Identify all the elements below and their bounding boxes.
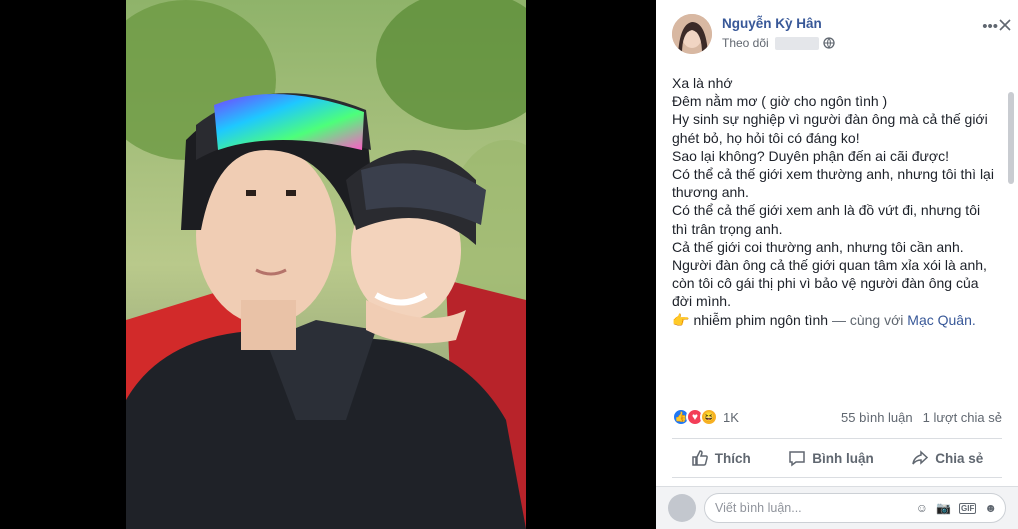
share-count[interactable]: 1 lượt chia sẻ: [923, 410, 1002, 425]
comment-label: Bình luận: [812, 450, 874, 466]
timestamp-blurred: [774, 36, 819, 50]
post-line: Sao lại không? Duyên phận đến ai cãi đượ…: [672, 147, 949, 164]
post-author: Nguyễn Kỳ Hân Theo dõi: [672, 14, 835, 54]
post-line: Cả thế giới coi thường anh, nhưng tôi cầ…: [672, 238, 964, 255]
haha-reaction-icon: 😆: [700, 408, 718, 426]
scroll-thumb[interactable]: [1008, 92, 1014, 184]
post-actions: Thích Bình luận Chia sẻ: [672, 438, 1002, 478]
more-icon[interactable]: •••: [982, 18, 998, 35]
like-icon: [691, 450, 708, 466]
avatar-image: [672, 14, 712, 54]
photo-viewer: Nguyễn Kỳ Hân Theo dõi ••• Xa là nhớ Đêm…: [0, 0, 1018, 529]
post-line: Người đàn ông cả thế giới quan tâm xỉa x…: [672, 257, 987, 310]
like-label: Thích: [714, 450, 751, 466]
reaction-summary: 👍 ♥ 😆 1K 55 bình luận 1 lượt chia sẻ: [672, 408, 1002, 426]
with-text: — cùng với: [831, 311, 904, 328]
close-icon[interactable]: [998, 18, 1012, 32]
pointing-hand-icon: 👉: [672, 311, 690, 328]
author-name[interactable]: Nguyễn Kỳ Hân: [722, 16, 835, 31]
photo-backdrop: [0, 0, 656, 529]
post-side-panel: Nguyễn Kỳ Hân Theo dõi ••• Xa là nhớ Đêm…: [656, 0, 1018, 529]
post-line: Có thể cả thế giới xem anh là đồ vứt đi,…: [672, 202, 981, 237]
selfie-photo-illustration: [126, 0, 526, 529]
comment-icon: [789, 451, 805, 467]
follow-link[interactable]: Theo dõi: [722, 36, 769, 50]
post-line: Hy sinh sự nghiệp vì người đàn ông mà cả…: [672, 111, 988, 146]
post-line: Có thể cả thế giới xem thường anh, nhưng…: [672, 166, 994, 201]
panel-scrollbar[interactable]: [1008, 32, 1016, 492]
share-button[interactable]: Chia sẻ: [911, 449, 983, 467]
share-icon: [912, 450, 929, 465]
globe-icon: [823, 37, 835, 49]
reaction-count[interactable]: 1K: [723, 410, 739, 425]
feeling-text: nhiễm phim ngôn tình: [693, 311, 829, 328]
gif-icon[interactable]: GIF: [959, 502, 977, 514]
comment-composer: Viết bình luận... ☺ 📷 GIF ☻: [656, 486, 1018, 529]
post-line: Xa là nhớ: [672, 75, 733, 91]
comment-input[interactable]: Viết bình luận... ☺ 📷 GIF ☻: [704, 493, 1006, 523]
comment-count[interactable]: 55 bình luận: [841, 410, 913, 425]
reaction-icons[interactable]: 👍 ♥ 😆: [672, 408, 718, 426]
viewer-avatar: [668, 494, 696, 522]
comment-placeholder: Viết bình luận...: [715, 501, 802, 515]
post-line: Đêm nằm mơ ( giờ cho ngôn tình ): [672, 93, 888, 110]
comment-button[interactable]: Bình luận: [788, 449, 874, 467]
feeling-line: 👉 nhiễm phim ngôn tình — cùng với Mạc Qu…: [672, 311, 994, 329]
emoji-icon[interactable]: ☺: [916, 501, 928, 515]
like-button[interactable]: Thích: [691, 449, 751, 467]
share-label: Chia sẻ: [935, 450, 984, 466]
camera-icon[interactable]: 📷: [936, 501, 951, 515]
tagged-person-link[interactable]: Mạc Quân.: [907, 311, 975, 329]
author-avatar[interactable]: [672, 14, 712, 54]
post-photo[interactable]: [126, 0, 526, 529]
sticker-icon[interactable]: ☻: [984, 501, 997, 515]
post-body: Xa là nhớ Đêm nằm mơ ( giờ cho ngôn tình…: [672, 74, 994, 329]
